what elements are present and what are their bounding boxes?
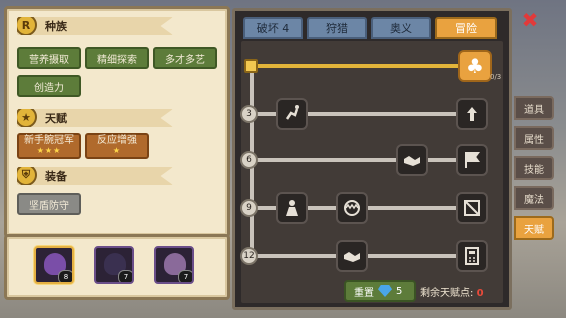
calculator-icon	[465, 247, 479, 265]
side-tab-magic[interactable]: 魔法	[514, 186, 554, 210]
gem-count: 5	[396, 285, 403, 297]
talent-node-handshake-2[interactable]	[336, 240, 368, 272]
character-2-count: 7	[118, 270, 132, 282]
handshake-icon	[404, 156, 420, 166]
talent-node-banner[interactable]	[456, 144, 488, 176]
talent-node-sprint[interactable]	[276, 98, 308, 130]
side-tab-items[interactable]: 道具	[514, 96, 554, 120]
tree-level-3: 3	[240, 105, 258, 123]
armor-icon: ⛨	[17, 167, 37, 185]
banner-icon	[465, 152, 480, 168]
tree-level-6: 6	[240, 151, 258, 169]
talent-node-handshake[interactable]	[396, 144, 428, 176]
cloak-figure-icon	[286, 200, 298, 216]
character-info-panel: R 种族 营养摄取 精细探索 多才多艺 创造力 ★ 天赋 新手腕冠军 ★★★ 反…	[4, 6, 230, 238]
talent-node-calculator[interactable]	[456, 240, 488, 272]
reset-button[interactable]: 重置 5	[344, 280, 416, 302]
gem-icon	[378, 285, 392, 297]
equip-item-1[interactable]: 坚盾防守	[17, 193, 81, 215]
race-trait-1[interactable]: 营养摄取	[17, 47, 81, 69]
crate-icon	[464, 200, 480, 216]
tree-level-9: 9	[240, 199, 258, 217]
tab-destroy[interactable]: 破坏 4	[243, 17, 303, 39]
tree-start-marker	[244, 59, 258, 73]
star-icon: ★	[17, 109, 37, 127]
race-trait-4[interactable]: 创造力	[17, 75, 81, 97]
race-header: R 种族	[17, 17, 173, 35]
character-portrait-1[interactable]: 8	[34, 246, 74, 284]
talent-trait-2-stars: ★	[112, 146, 122, 155]
race-trait-2[interactable]: 精细探索	[85, 47, 149, 69]
character-portrait-3[interactable]: 7	[154, 246, 194, 284]
remaining-points: 剩余天赋点: 0	[420, 284, 484, 299]
clover-icon: ♣	[466, 54, 484, 78]
close-icon[interactable]: ✖	[520, 10, 540, 30]
talent-trait-2-label: 反应增强	[97, 135, 137, 146]
character-1-count: 8	[58, 270, 72, 282]
character-portrait-2[interactable]: 7	[94, 246, 134, 284]
race-icon: R	[17, 17, 37, 35]
handshake-2-icon	[344, 252, 360, 262]
bear-trap-icon	[344, 200, 360, 216]
talent-node-upgrade[interactable]	[456, 98, 488, 130]
talent-header: ★ 天赋	[17, 109, 173, 127]
tab-adventure[interactable]: 冒险	[435, 17, 497, 39]
upgrade-arrows-icon	[467, 107, 477, 121]
talent-trait-2[interactable]: 反应增强 ★	[85, 133, 149, 159]
talent-trait-1-label: 新手腕冠军	[24, 135, 74, 146]
talent-title: 天赋	[45, 112, 67, 125]
talent-trait-1-stars: ★★★	[36, 146, 62, 155]
sprint-icon	[285, 105, 299, 120]
talent-node-cloak[interactable]	[276, 192, 308, 224]
reset-label: 重置	[354, 287, 374, 299]
remaining-value: 0	[476, 288, 484, 299]
equip-header: ⛨ 装备	[17, 167, 173, 185]
tree-row-6-line	[250, 158, 470, 162]
talent-node-trap[interactable]	[336, 192, 368, 224]
side-tab-talent[interactable]: 天赋	[514, 216, 554, 240]
talent-node-clover[interactable]: ♣	[458, 50, 492, 82]
talent-trait-1[interactable]: 新手腕冠军 ★★★	[17, 133, 81, 159]
clover-counter: 0/3	[490, 73, 502, 81]
race-title: 种族	[45, 20, 67, 33]
tree-level-12: 12	[240, 247, 258, 265]
remaining-label: 剩余天赋点:	[420, 288, 474, 299]
character-3-count: 7	[178, 270, 192, 282]
tab-mystery[interactable]: 奥义	[371, 17, 431, 39]
talent-node-crate[interactable]	[456, 192, 488, 224]
equip-title: 装备	[45, 170, 67, 183]
tab-hunt[interactable]: 狩猎	[307, 17, 367, 39]
side-tab-attributes[interactable]: 属性	[514, 126, 554, 150]
side-tab-skills[interactable]: 技能	[514, 156, 554, 180]
race-trait-3[interactable]: 多才多艺	[153, 47, 217, 69]
tree-top-line	[250, 64, 458, 68]
